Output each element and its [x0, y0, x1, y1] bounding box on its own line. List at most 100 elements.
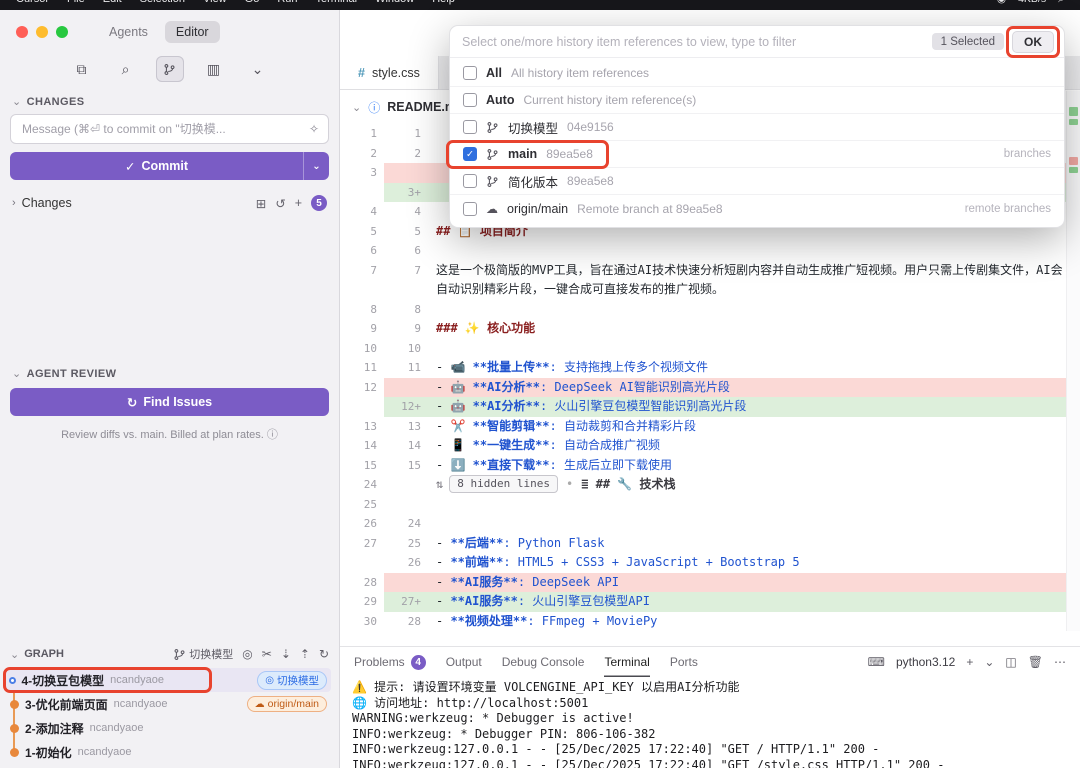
checkbox[interactable] — [463, 202, 477, 216]
diff-row: 12+- 🤖 **AI分析**: 火山引擎豆包模型智能识别高光片段 — [340, 397, 1066, 417]
menu-item-go[interactable]: Go — [245, 0, 260, 5]
diff-line-content: - 🤖 **AI分析**: DeepSeek AI智能识别高光片段 — [428, 378, 1066, 398]
panel-tab-ports[interactable]: Ports — [670, 647, 698, 677]
info-icon[interactable]: ⓘ — [267, 429, 278, 441]
python-env-icon[interactable]: ⌨ — [868, 655, 885, 669]
item-label: 切换模型 — [508, 118, 558, 137]
discard-changes-icon[interactable]: ↺ — [275, 196, 285, 211]
menu-item-run[interactable]: Run — [277, 0, 297, 5]
extensions-box-icon[interactable]: ⧉ — [68, 56, 96, 82]
menu-item-terminal[interactable]: Terminal — [316, 0, 358, 5]
changes-tree-row[interactable]: › Changes ⊞↺+ 5 — [0, 190, 339, 216]
checkbox[interactable] — [463, 66, 477, 80]
quickpick-item-all[interactable]: AllAll history item references — [450, 60, 1064, 87]
menu-item-selection[interactable]: Selection — [140, 0, 185, 5]
spotlight-icon[interactable]: ⌕ — [1058, 0, 1064, 6]
source-control-icon[interactable] — [156, 56, 184, 82]
checkbox[interactable]: ✓ — [463, 147, 477, 161]
commit-title: 3-优化前端页面 — [25, 696, 108, 713]
kill-terminal-icon[interactable]: 🗑 — [1028, 655, 1043, 669]
titlebar-tab-agents[interactable]: Agents — [98, 21, 159, 43]
commit-message-input[interactable] — [20, 121, 303, 137]
expand-hidden-lines-icon[interactable]: ⇅ — [436, 477, 443, 491]
chevron-down-icon[interactable]: ⌄ — [244, 56, 272, 82]
new-line-number: 25 — [384, 534, 428, 554]
cherry-pick-icon[interactable]: ✂ — [262, 647, 272, 661]
diff-row: 88 — [340, 300, 1066, 320]
refresh-icon[interactable]: ↻ — [319, 647, 329, 661]
agent-review-section-header[interactable]: ⌄ AGENT REVIEW — [0, 362, 339, 384]
commit-row[interactable]: 2-添加注释ncandyaoe — [6, 716, 331, 740]
menu-item-help[interactable]: Help — [432, 0, 455, 5]
more-actions-icon[interactable]: ⋯ — [1054, 655, 1066, 669]
old-line-number: 5 — [340, 222, 384, 242]
changes-section-header[interactable]: ⌄ CHANGES — [0, 90, 339, 112]
changes-actions: ⊞ ↺ + — [256, 196, 302, 211]
commit-row[interactable]: 3-优化前端页面ncandyaoe☁origin/main — [6, 692, 331, 716]
split-terminal-icon[interactable]: ◫ — [1005, 655, 1016, 669]
menu-item-cursor[interactable]: Cursor — [16, 0, 49, 5]
tab-style-css[interactable]: # style.css — [340, 56, 439, 89]
target-icon[interactable]: ◎ — [242, 647, 252, 661]
maximize-window-button[interactable] — [56, 26, 68, 38]
commit-button[interactable]: ✓ Commit ⌄ — [10, 152, 329, 180]
ref-badge[interactable]: ☁origin/main — [247, 696, 327, 712]
diff-row: 12- 🤖 **AI分析**: DeepSeek AI智能识别高光片段 — [340, 378, 1066, 398]
new-terminal-icon[interactable]: + — [966, 655, 973, 669]
pull-icon[interactable]: ⇣ — [281, 647, 291, 661]
push-icon[interactable]: ⇡ — [300, 647, 310, 661]
quickpick-item--[interactable]: 简化版本89ea5e8 — [450, 168, 1064, 195]
old-line-number: 13 — [340, 417, 384, 437]
current-branch-indicator[interactable]: 切换模型 — [173, 646, 233, 662]
stage-file-icon[interactable]: ⊞ — [256, 196, 266, 211]
diff-line-content — [428, 495, 1066, 515]
ok-button[interactable]: OK — [1012, 31, 1054, 53]
close-window-button[interactable] — [16, 26, 28, 38]
commit-row[interactable]: 4-切换豆包模型ncandyaoe◎切换模型 — [6, 668, 331, 692]
commit-row[interactable]: 1-初始化ncandyaoe — [6, 740, 331, 764]
minimap[interactable] — [1066, 91, 1080, 631]
menu-item-window[interactable]: Window — [375, 0, 414, 5]
stage-all-icon[interactable]: + — [295, 196, 302, 211]
diff-line-content: 这是一个极简版的MVP工具，旨在通过AI技术快速分析短剧内容并自动生成推广短视频… — [428, 261, 1066, 300]
quickpick-item-origin-main[interactable]: ☁origin/mainRemote branch at 89ea5e8remo… — [450, 195, 1064, 222]
old-line-number: 11 — [340, 358, 384, 378]
shell-label[interactable]: python3.12 — [896, 655, 955, 669]
new-line-number: 13 — [384, 417, 428, 437]
panel-tab-problems[interactable]: Problems4 — [354, 647, 426, 677]
layout-icon[interactable]: ▥ — [200, 56, 228, 82]
commit-dropdown-button[interactable]: ⌄ — [303, 152, 329, 180]
diff-line-content: - **AI服务**: 火山引擎豆包模型API — [428, 592, 1066, 612]
terminal-dropdown-icon[interactable]: ⌄ — [984, 655, 994, 669]
checkbox[interactable] — [463, 93, 477, 107]
diff-row: 2725- **后端**: Python Flask — [340, 534, 1066, 554]
find-issues-button[interactable]: ↻ Find Issues — [10, 388, 329, 416]
item-label: 简化版本 — [508, 172, 558, 191]
new-line-number: 12+ — [384, 397, 428, 417]
quickpick-item-main[interactable]: ✓main89ea5e8branches — [450, 141, 1064, 168]
diff-row: 99### ✨ 核心功能 — [340, 319, 1066, 339]
terminal-output[interactable]: ⚠️ 提示: 请设置环境变量 VOLCENGINE_API_KEY 以启用AI分… — [340, 677, 1080, 768]
new-line-number: 14 — [384, 436, 428, 456]
graph-actions: ◎ ✂ ⇣ ⇡ ↻ — [242, 647, 329, 661]
checkbox[interactable] — [463, 174, 477, 188]
search-icon[interactable]: ⌕ — [112, 56, 140, 82]
menu-item-edit[interactable]: Edit — [103, 0, 122, 5]
panel-tab-terminal[interactable]: Terminal — [604, 647, 649, 677]
git-branch-icon — [173, 648, 186, 661]
css-file-icon: # — [358, 66, 365, 80]
quickpick-item--[interactable]: 切换模型04e9156 — [450, 114, 1064, 141]
quickpick-filter-input[interactable] — [460, 34, 924, 50]
ref-badge[interactable]: ◎切换模型 — [257, 671, 327, 690]
menu-item-view[interactable]: View — [203, 0, 227, 5]
checkbox[interactable] — [463, 120, 477, 134]
menu-item-file[interactable]: File — [67, 0, 85, 5]
minimize-window-button[interactable] — [36, 26, 48, 38]
hidden-lines-pill[interactable]: 8 hidden lines — [449, 475, 558, 493]
graph-section-header[interactable]: ⌄ GRAPH 切换模型 ◎✂⇣⇡↻ — [0, 642, 339, 666]
quickpick-item-auto[interactable]: AutoCurrent history item reference(s) — [450, 87, 1064, 114]
panel-tab-output[interactable]: Output — [446, 647, 482, 677]
panel-tab-debug-console[interactable]: Debug Console — [502, 647, 585, 677]
titlebar-tab-editor[interactable]: Editor — [165, 21, 220, 43]
ai-sparkle-icon[interactable]: ✧ — [309, 122, 319, 136]
